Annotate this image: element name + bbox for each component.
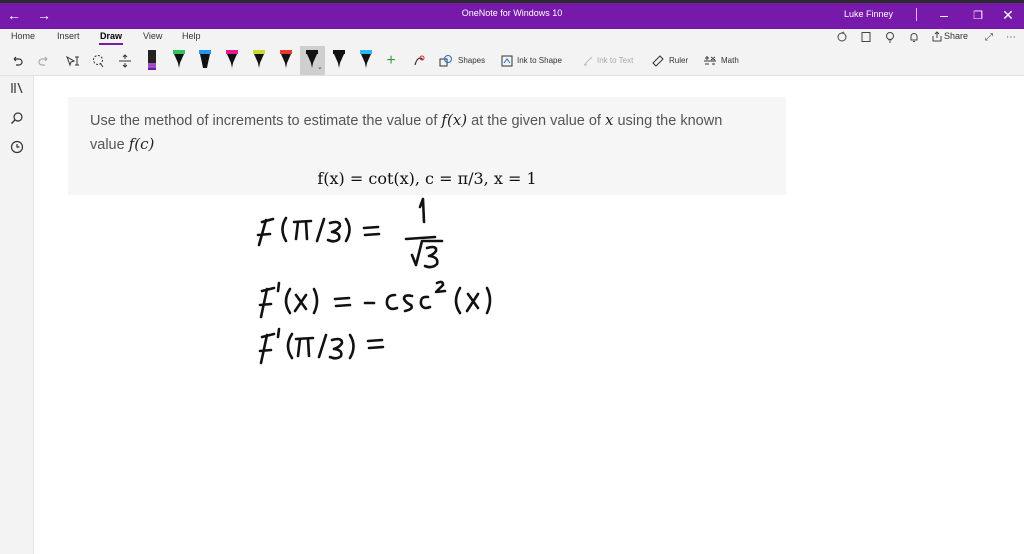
- ink-line-2: [258, 280, 492, 319]
- type-select-icon[interactable]: [63, 50, 81, 72]
- math-icon[interactable]: [702, 50, 718, 72]
- more-icon[interactable]: ⋯: [1004, 30, 1018, 44]
- add-space-icon[interactable]: [117, 50, 133, 72]
- sync-icon[interactable]: [835, 30, 849, 44]
- shapes-label[interactable]: Shapes: [458, 56, 485, 65]
- expand-icon[interactable]: ⤢: [982, 30, 996, 44]
- pen-black-icon[interactable]: [332, 49, 346, 71]
- highlighter-blue-icon[interactable]: [198, 49, 212, 71]
- tab-draw[interactable]: Draw: [100, 31, 122, 41]
- lasso-select-icon[interactable]: [90, 50, 106, 72]
- share-icon[interactable]: [930, 30, 944, 44]
- active-tab-indicator: [99, 43, 123, 45]
- question-line1-mid: at the given value of: [467, 113, 605, 129]
- pen-pink-icon[interactable]: [225, 49, 239, 71]
- ruler-icon[interactable]: [651, 50, 665, 72]
- pen-yellowgreen-icon[interactable]: [252, 49, 266, 71]
- restore-icon[interactable]: ❐: [966, 5, 990, 25]
- ink-replay-icon[interactable]: [411, 50, 427, 72]
- left-rail: [0, 76, 34, 554]
- top-strip: [0, 0, 1024, 3]
- math-label[interactable]: Math: [721, 56, 739, 65]
- redo-icon[interactable]: [36, 50, 52, 72]
- ink-to-text-label: Ink to Text: [597, 56, 634, 65]
- share-button[interactable]: Share: [944, 31, 968, 41]
- draw-toolbar: ⌄ + Shapes Ink to Shape Ink to Text Rule…: [0, 46, 1024, 76]
- ruler-label[interactable]: Ruler: [669, 56, 688, 65]
- question-fc: f(c): [128, 135, 155, 153]
- ink-to-text-icon: [581, 50, 595, 72]
- close-icon[interactable]: ✕: [996, 5, 1020, 25]
- notebooks-icon[interactable]: [9, 80, 25, 96]
- question-fx: f(x): [441, 111, 468, 129]
- menu-bar: Home Insert Draw View Help Share ⤢ ⋯: [0, 29, 1024, 46]
- question-card: Use the method of increments to estimate…: [68, 97, 786, 195]
- tab-insert[interactable]: Insert: [57, 31, 80, 41]
- ink-line-1: [256, 197, 444, 269]
- question-text: Use the method of increments to estimate…: [90, 109, 780, 157]
- question-equation: f(x) = cot(x), c = π/3, x = 1: [317, 169, 537, 188]
- handwritten-notes[interactable]: [240, 195, 560, 375]
- search-icon[interactable]: [9, 110, 25, 126]
- recent-notes-icon[interactable]: [9, 139, 25, 155]
- tab-help[interactable]: Help: [182, 31, 201, 41]
- question-line1-post: using the known: [613, 113, 723, 129]
- ink-to-shape-label[interactable]: Ink to Shape: [517, 56, 562, 65]
- lightbulb-icon[interactable]: [883, 30, 897, 44]
- tab-view[interactable]: View: [143, 31, 162, 41]
- bell-icon[interactable]: [907, 30, 921, 44]
- add-pen-icon[interactable]: +: [384, 50, 398, 72]
- user-name[interactable]: Luke Finney: [844, 9, 893, 19]
- notebook-icon[interactable]: [859, 30, 873, 44]
- ink-to-shape-icon[interactable]: [499, 50, 515, 72]
- chevron-down-icon[interactable]: ⌄: [317, 63, 323, 71]
- pen-green-icon[interactable]: [172, 49, 186, 71]
- pen-black-purple-icon[interactable]: [145, 49, 159, 71]
- ink-line-3: [258, 327, 385, 365]
- tab-home[interactable]: Home: [11, 31, 35, 41]
- question-line2-pre: value: [90, 137, 129, 153]
- title-separator: [916, 8, 917, 21]
- question-line1-pre: Use the method of increments to estimate…: [90, 113, 442, 129]
- pen-cyan-icon[interactable]: [359, 49, 373, 71]
- shapes-icon[interactable]: [438, 50, 454, 72]
- title-bar: ← → OneNote for Windows 10 Luke Finney –…: [0, 0, 1024, 29]
- minimize-icon[interactable]: –: [932, 5, 956, 25]
- undo-icon[interactable]: [9, 50, 25, 72]
- pen-red-icon[interactable]: [279, 49, 293, 71]
